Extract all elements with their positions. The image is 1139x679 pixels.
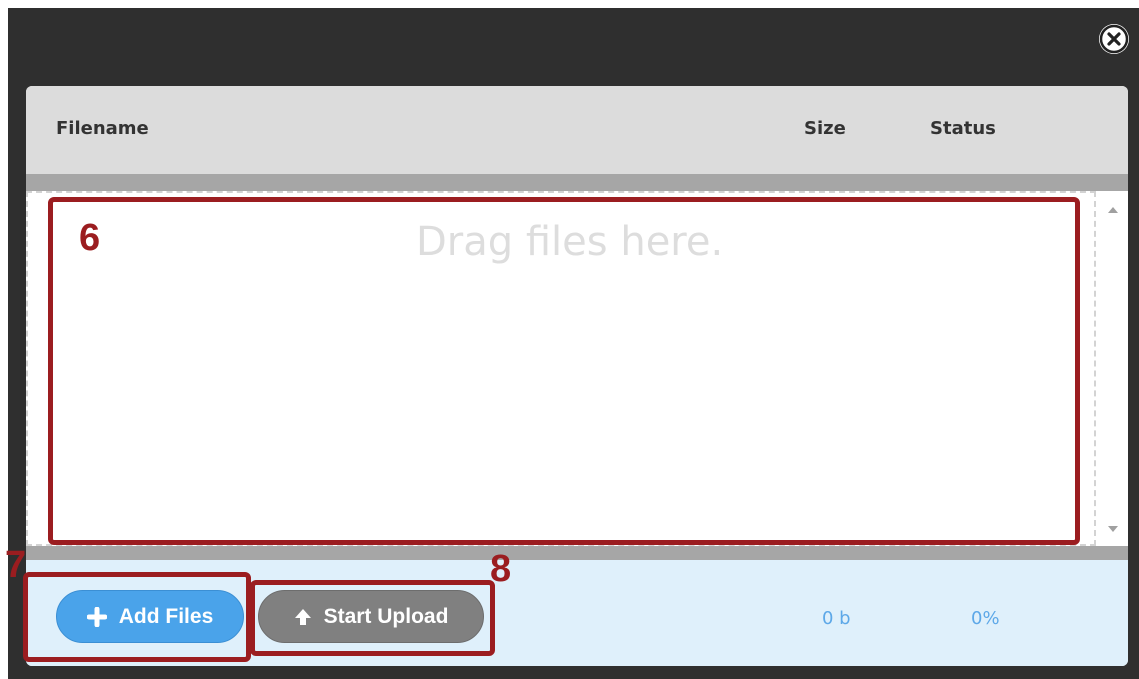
annotation-box-add-files [23, 572, 251, 662]
header-divider [26, 174, 1128, 191]
footer-divider [26, 546, 1128, 560]
scroll-down-arrow-icon[interactable] [1108, 526, 1118, 532]
annotation-number-7: 7 [5, 544, 27, 586]
column-filename: Filename [56, 118, 149, 139]
annotation-box-drop-area [48, 197, 1080, 545]
scroll-up-arrow-icon[interactable] [1108, 207, 1118, 213]
file-list-header: Filename Size Status [26, 86, 1128, 174]
annotation-number-6: 6 [79, 217, 101, 259]
column-status: Status [930, 118, 996, 139]
total-size: 0 b [822, 608, 851, 629]
column-size: Size [804, 118, 846, 139]
total-status: 0% [971, 608, 1000, 629]
close-icon[interactable] [1099, 24, 1129, 54]
annotation-number-8: 8 [490, 548, 512, 590]
annotation-box-start-upload [250, 580, 495, 656]
file-list-scrollbar[interactable] [1098, 191, 1128, 546]
